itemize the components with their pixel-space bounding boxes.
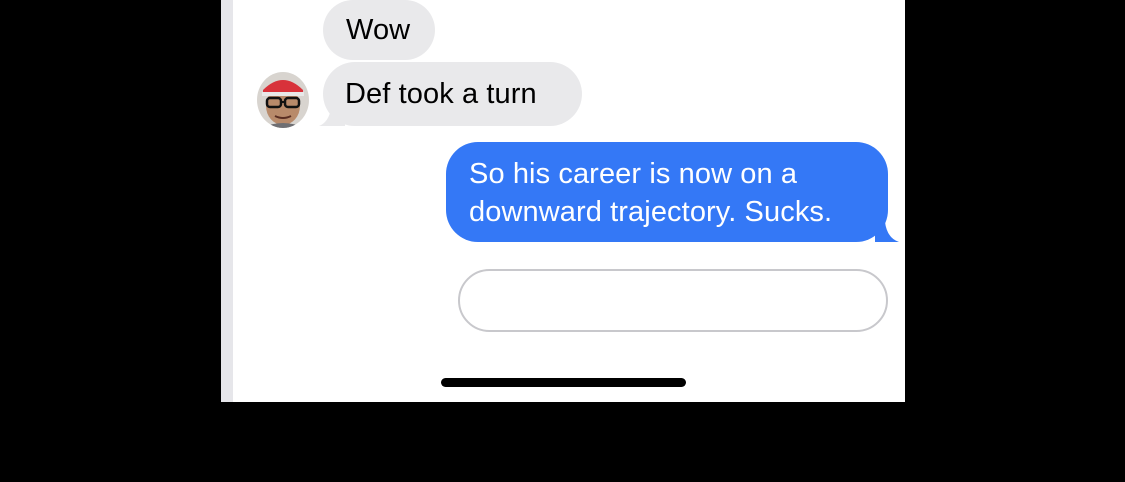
- contact-avatar[interactable]: [257, 72, 309, 128]
- home-indicator[interactable]: [441, 378, 686, 387]
- message-bubble-outgoing[interactable]: So his career is now on a downward traje…: [446, 142, 888, 242]
- message-bubble-incoming[interactable]: Def took a turn: [323, 62, 582, 126]
- screen-edge: [221, 0, 233, 402]
- message-text: Def took a turn: [345, 78, 537, 110]
- avatar-icon: [257, 72, 309, 128]
- message-text: Wow: [346, 14, 411, 46]
- messages-screen: Wow Def took a turn So his career is now…: [221, 0, 905, 402]
- message-bubble-incoming[interactable]: Wow: [323, 0, 435, 60]
- message-input[interactable]: [458, 269, 888, 332]
- bubble-tail-outgoing: [875, 220, 899, 242]
- message-text: So his career is now on a downward traje…: [469, 158, 833, 228]
